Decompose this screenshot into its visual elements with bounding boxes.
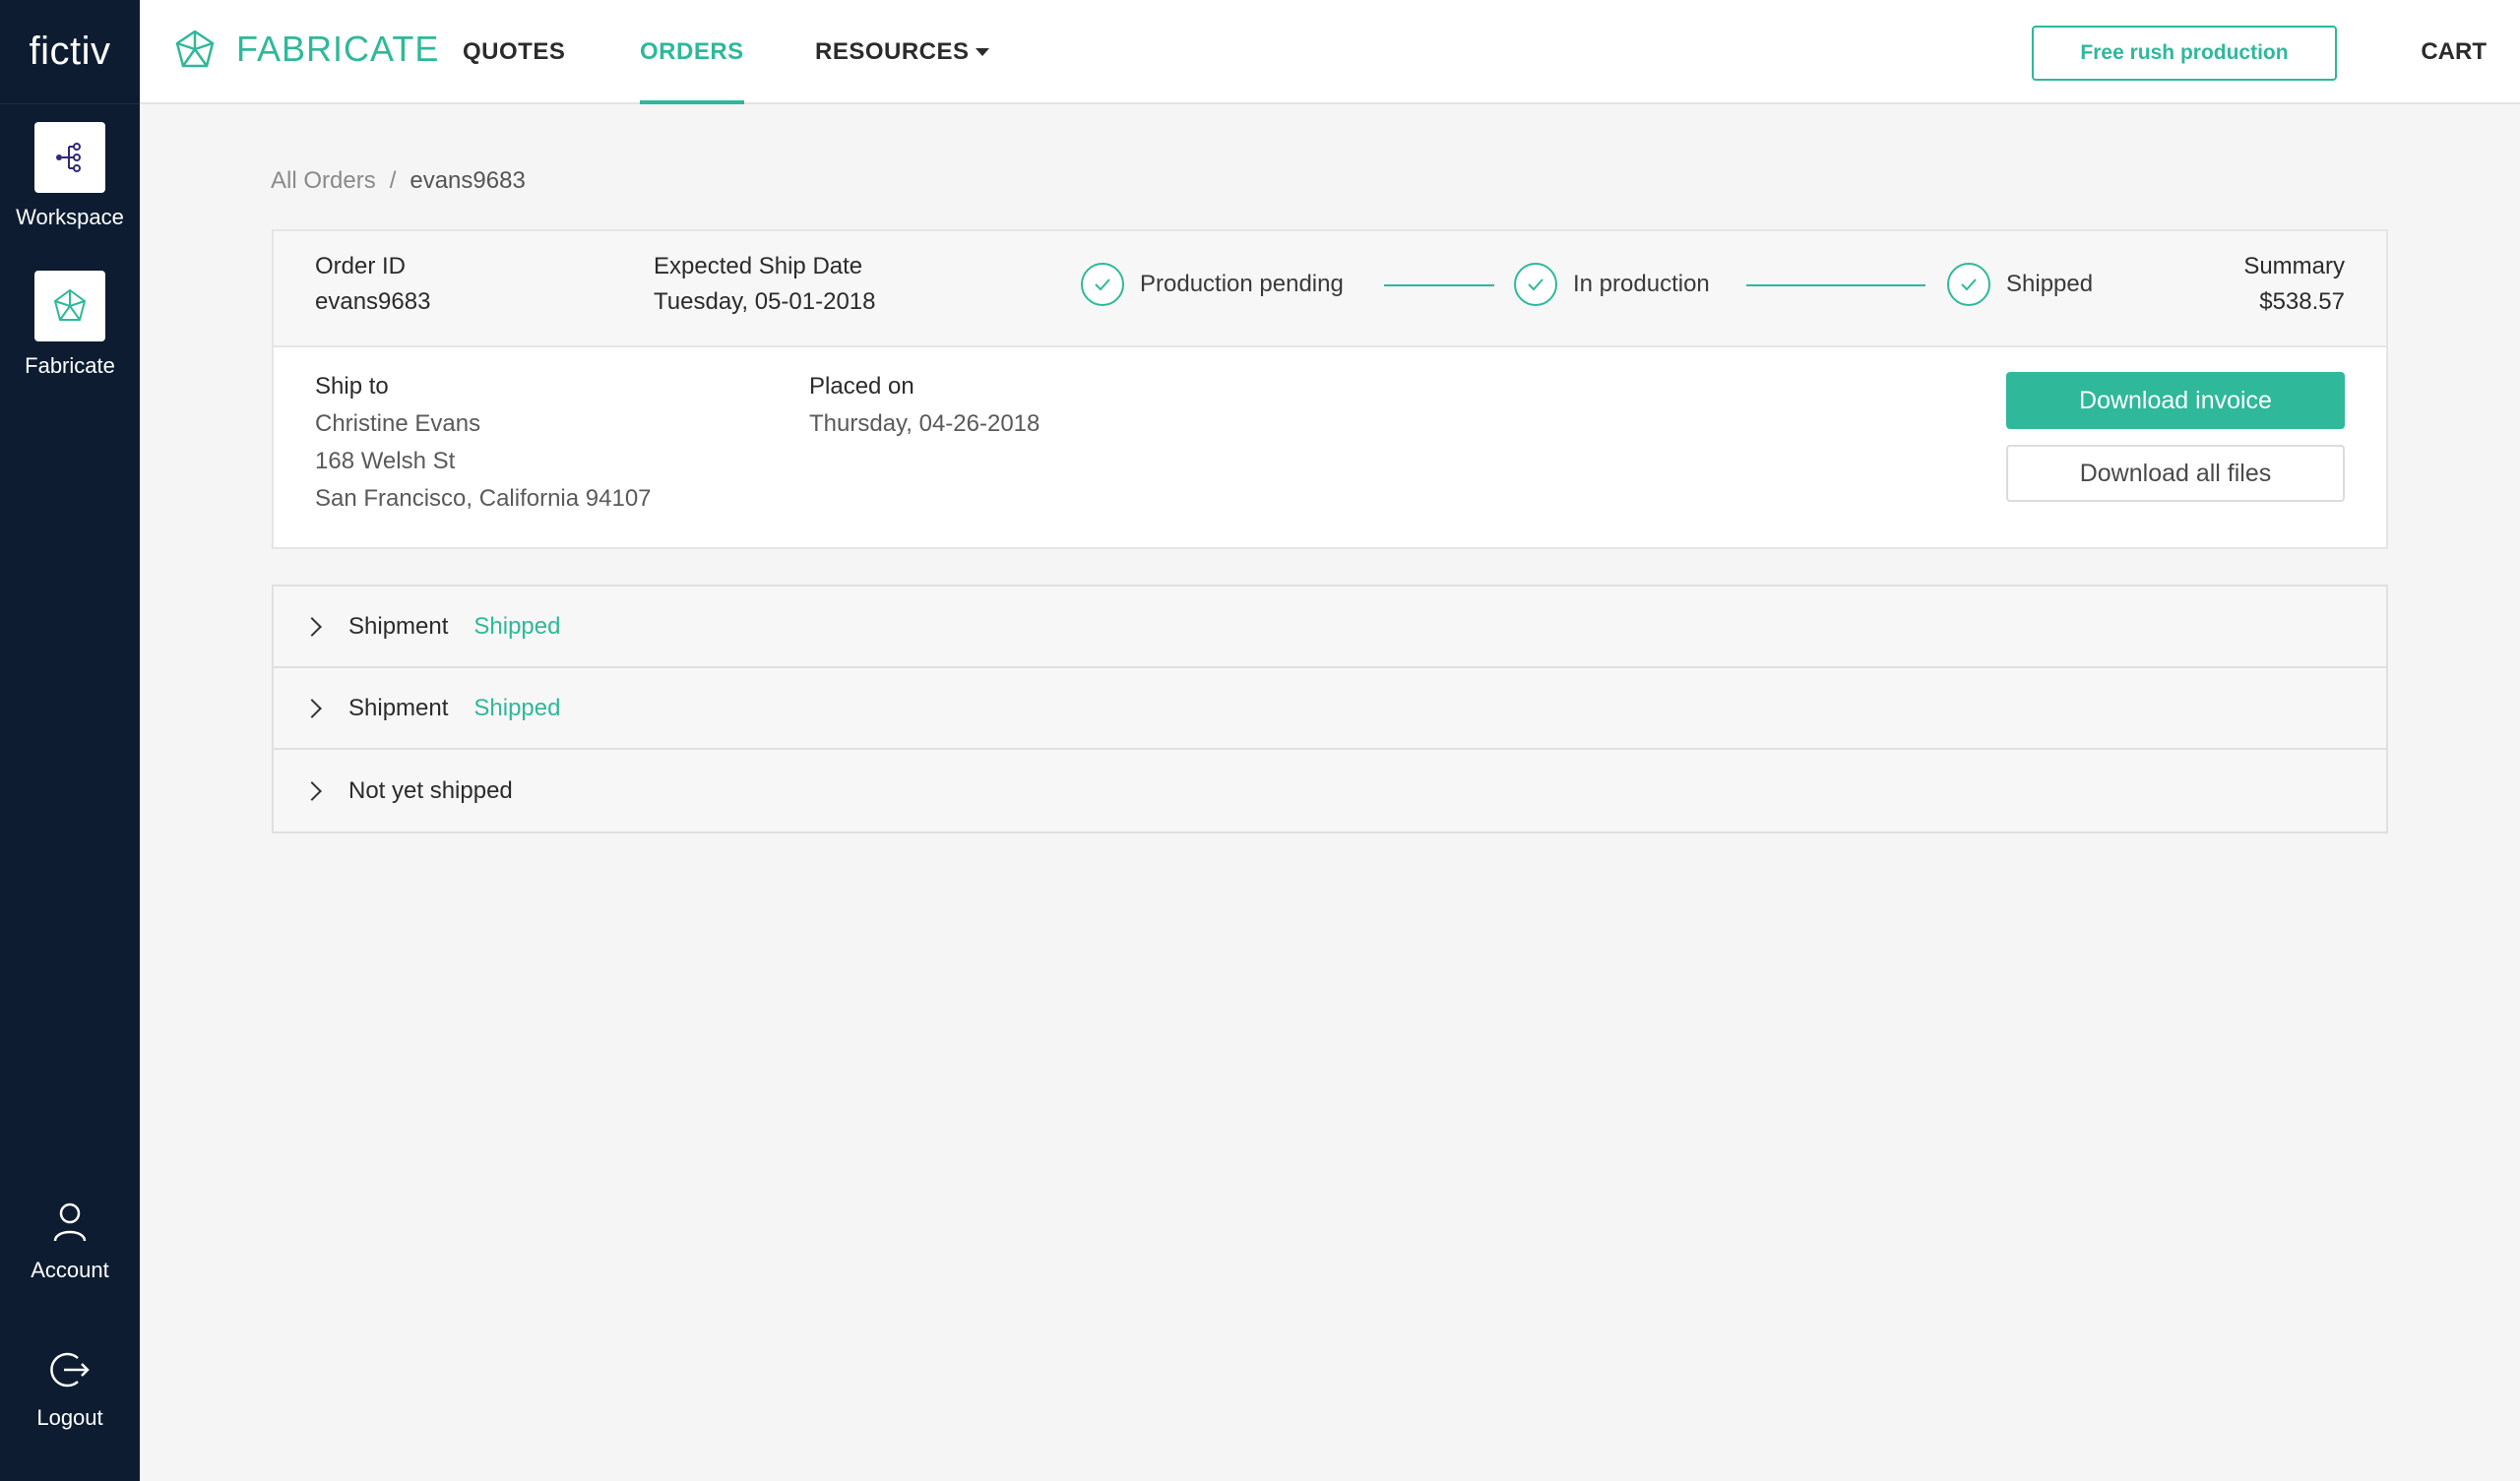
check-icon: [1081, 263, 1124, 306]
placed-on-value: Thursday, 04-26-2018: [809, 410, 1040, 437]
step-connector: [1746, 284, 1925, 286]
brand-logo[interactable]: fictiv: [0, 0, 140, 104]
nav-orders[interactable]: ORDERS: [640, 0, 744, 104]
fabricate-logo[interactable]: FABRICATE: [173, 28, 439, 71]
breadcrumb-separator: /: [389, 167, 397, 194]
nav-quotes[interactable]: QUOTES: [463, 0, 565, 104]
active-tab-indicator: [640, 100, 744, 104]
ship-date-value: Tuesday, 05-01-2018: [654, 288, 876, 315]
ship-to-name: Christine Evans: [315, 410, 481, 437]
order-card: Order ID evans9683 Expected Ship Date Tu…: [272, 229, 2388, 549]
breadcrumb: All Orders / evans9683: [271, 167, 526, 195]
logo-text: FABRICATE: [236, 29, 440, 69]
order-summary: Summary $538.57: [2243, 253, 2345, 316]
step-label: Production pending: [1140, 271, 1344, 297]
chevron-right-icon: [302, 616, 322, 637]
shipment-title: Shipment: [348, 694, 449, 721]
summary-label: Summary: [2243, 253, 2345, 279]
order-id-label: Order ID: [315, 253, 407, 279]
shipment-title: Shipment: [348, 612, 449, 640]
shipment-title: Not yet shipped: [348, 776, 513, 804]
sidebar-item-label: Logout: [36, 1405, 103, 1430]
ship-to-label: Ship to: [315, 373, 389, 400]
free-rush-production-button[interactable]: Free rush production: [2032, 26, 2337, 81]
breadcrumb-current: evans9683: [410, 167, 526, 194]
step-shipped: Shipped: [1947, 263, 2093, 306]
step-label: Shipped: [2006, 271, 2094, 297]
order-id-block: Order ID evans9683: [315, 253, 430, 316]
placed-on-label: Placed on: [809, 373, 914, 400]
sidebar: fictiv Workspace Fabricate Account Logou…: [0, 0, 140, 1481]
user-icon: [46, 1199, 94, 1246]
summary-total: $538.57: [2259, 288, 2345, 315]
shipment-status: Shipped: [473, 612, 561, 640]
shipment-row[interactable]: Not yet shipped: [274, 750, 2386, 832]
shipment-row[interactable]: Shipment Shipped: [274, 586, 2386, 668]
nav-label: QUOTES: [463, 38, 566, 65]
order-header: Order ID evans9683 Expected Ship Date Tu…: [274, 231, 2386, 347]
sidebar-item-label: Workspace: [16, 205, 124, 229]
nav-label: RESOURCES: [815, 38, 970, 65]
ship-to-street: 168 Welsh St: [315, 448, 456, 474]
workspace-tree-icon: [34, 122, 105, 193]
step-label: In production: [1573, 271, 1710, 297]
shipment-row[interactable]: Shipment Shipped: [274, 668, 2386, 750]
fabricate-network-icon: [34, 271, 105, 341]
check-icon: [1947, 263, 1990, 306]
order-id-value: evans9683: [315, 288, 431, 315]
ship-to-city: San Francisco, California 94107: [315, 485, 652, 512]
fabricate-logo-icon: [175, 30, 215, 68]
sidebar-item-label: Account: [31, 1258, 109, 1282]
sidebar-item-label: Fabricate: [25, 353, 115, 378]
step-production-pending: Production pending: [1081, 263, 1344, 306]
chevron-right-icon: [302, 698, 322, 718]
cart-link[interactable]: CART: [2421, 0, 2487, 104]
step-connector: [1384, 284, 1494, 286]
nav-resources[interactable]: RESOURCES: [815, 0, 989, 104]
sidebar-item-workspace[interactable]: Workspace: [0, 122, 140, 230]
ship-date-block: Expected Ship Date Tuesday, 05-01-2018: [654, 253, 875, 316]
nav-label: ORDERS: [640, 38, 744, 65]
top-navigation: FABRICATE QUOTES ORDERS RESOURCES Free r…: [140, 0, 2520, 104]
sidebar-item-account[interactable]: Account: [0, 1199, 140, 1283]
placed-on-block: Placed on Thursday, 04-26-2018: [809, 373, 1040, 438]
ship-date-label: Expected Ship Date: [654, 253, 863, 279]
download-all-files-button[interactable]: Download all files: [2006, 445, 2345, 502]
sidebar-item-logout[interactable]: Logout: [0, 1346, 140, 1431]
shipment-list: Shipment Shipped Shipment Shipped Not ye…: [272, 585, 2388, 833]
download-invoice-button[interactable]: Download invoice: [2006, 372, 2345, 429]
ship-to-block: Ship to Christine Evans 168 Welsh St San…: [315, 373, 652, 513]
sidebar-item-fabricate[interactable]: Fabricate: [0, 271, 140, 379]
breadcrumb-all-orders[interactable]: All Orders: [271, 167, 376, 195]
check-icon: [1514, 263, 1557, 306]
caret-down-icon: [975, 48, 989, 56]
shipment-status: Shipped: [473, 694, 561, 721]
chevron-right-icon: [302, 780, 322, 801]
step-in-production: In production: [1514, 263, 1710, 306]
logout-icon: [46, 1346, 94, 1393]
